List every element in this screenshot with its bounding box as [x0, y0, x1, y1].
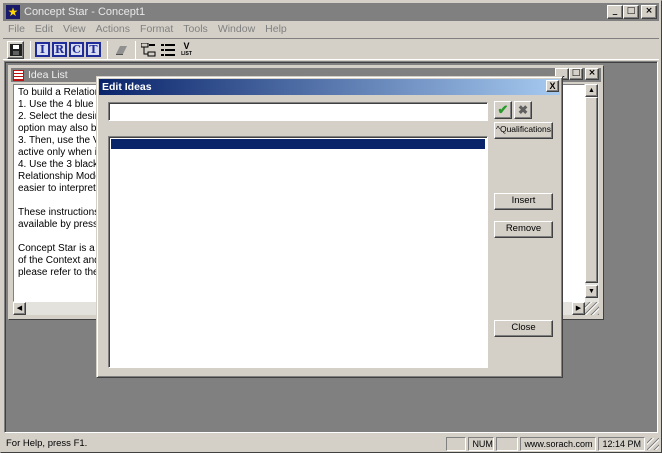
close-button[interactable]: × [641, 5, 657, 19]
idea-maximize-button[interactable]: □ [569, 68, 583, 80]
vlist-label: LIST [181, 51, 192, 57]
menu-file[interactable]: File [3, 23, 30, 35]
menu-view[interactable]: View [58, 23, 91, 35]
hierarchy-icon [141, 42, 156, 56]
v-glyph: V [183, 41, 190, 51]
status-hint: For Help, press F1. [6, 438, 88, 449]
floppy-icon [9, 43, 22, 56]
toolbar: I R C T V LIST [3, 38, 659, 60]
save-button[interactable] [7, 40, 24, 59]
menu-window[interactable]: Window [213, 23, 260, 35]
window-controls: _ □ × [607, 5, 657, 19]
status-panel-empty [446, 436, 467, 451]
selected-list-item[interactable] [111, 139, 485, 149]
checkmark-icon: ✔ [497, 102, 509, 117]
list-view-button[interactable] [159, 41, 176, 59]
toolbar-separator [107, 40, 108, 59]
eraser-icon [115, 45, 127, 55]
status-bar: For Help, press F1. NUM www.sorach.com 1… [3, 435, 659, 452]
resize-grip[interactable] [585, 302, 599, 315]
text-tool-button[interactable]: T [86, 42, 101, 57]
menu-tools[interactable]: Tools [178, 23, 213, 35]
ideas-listbox[interactable] [108, 136, 488, 368]
scroll-down-button[interactable]: ▼ [585, 285, 598, 298]
idea-close-button[interactable]: × [585, 68, 599, 80]
dialog-title: Edit Ideas [102, 81, 152, 93]
remove-button[interactable]: Remove [494, 221, 553, 238]
status-website: www.sorach.com [520, 436, 597, 451]
scroll-right-button[interactable]: ▶ [572, 302, 585, 315]
minimize-button[interactable]: _ [607, 5, 623, 19]
menu-edit[interactable]: Edit [30, 23, 58, 35]
close-button[interactable]: Close [494, 320, 553, 337]
menu-actions[interactable]: Actions [91, 23, 135, 35]
status-panel-empty [496, 436, 519, 451]
vlist-button[interactable]: V LIST [178, 41, 195, 59]
eraser-button[interactable] [112, 41, 129, 59]
list-icon [13, 69, 24, 81]
reject-button[interactable]: ✖ [514, 101, 532, 119]
scroll-thumb[interactable] [585, 97, 598, 283]
idea-list-title: Idea List [28, 69, 68, 81]
scroll-up-button[interactable]: ▲ [585, 84, 598, 97]
hierarchy-button[interactable] [140, 41, 157, 59]
idea-text-input[interactable] [108, 102, 488, 121]
qualifications-button[interactable]: ^Qualifications [494, 122, 553, 139]
scroll-left-button[interactable]: ◀ [13, 302, 26, 315]
menu-format[interactable]: Format [135, 23, 178, 35]
status-clock: 12:14 PM [598, 436, 645, 451]
menu-help[interactable]: Help [260, 23, 292, 35]
cross-icon: ✖ [517, 103, 529, 117]
menubar: File Edit View Actions Format Tools Wind… [3, 21, 659, 37]
dialog-close-x-button[interactable]: X [546, 80, 559, 92]
window-title: Concept Star - Concept1 [24, 6, 146, 18]
vertical-scrollbar[interactable]: ▲ ▼ [585, 84, 599, 302]
dialog-titlebar[interactable]: Edit Ideas [99, 79, 560, 95]
toolbar-separator [30, 40, 31, 59]
edit-ideas-dialog: Edit Ideas X ✔ ✖ ^Qualifications Insert … [96, 76, 563, 378]
insert-button[interactable]: Insert [494, 193, 553, 210]
accept-button[interactable]: ✔ [494, 101, 512, 119]
context-tool-button[interactable]: C [69, 42, 84, 57]
main-titlebar[interactable]: ★ Concept Star - Concept1 _ □ × [3, 3, 659, 21]
toolbar-separator [135, 40, 136, 59]
maximize-button[interactable]: □ [623, 5, 639, 19]
star-icon: ★ [6, 5, 20, 19]
relation-tool-button[interactable]: R [52, 42, 67, 57]
resize-grip[interactable] [647, 437, 659, 450]
status-num: NUM [468, 436, 495, 451]
bullet-list-icon [160, 43, 175, 56]
idea-tool-button[interactable]: I [35, 42, 50, 57]
